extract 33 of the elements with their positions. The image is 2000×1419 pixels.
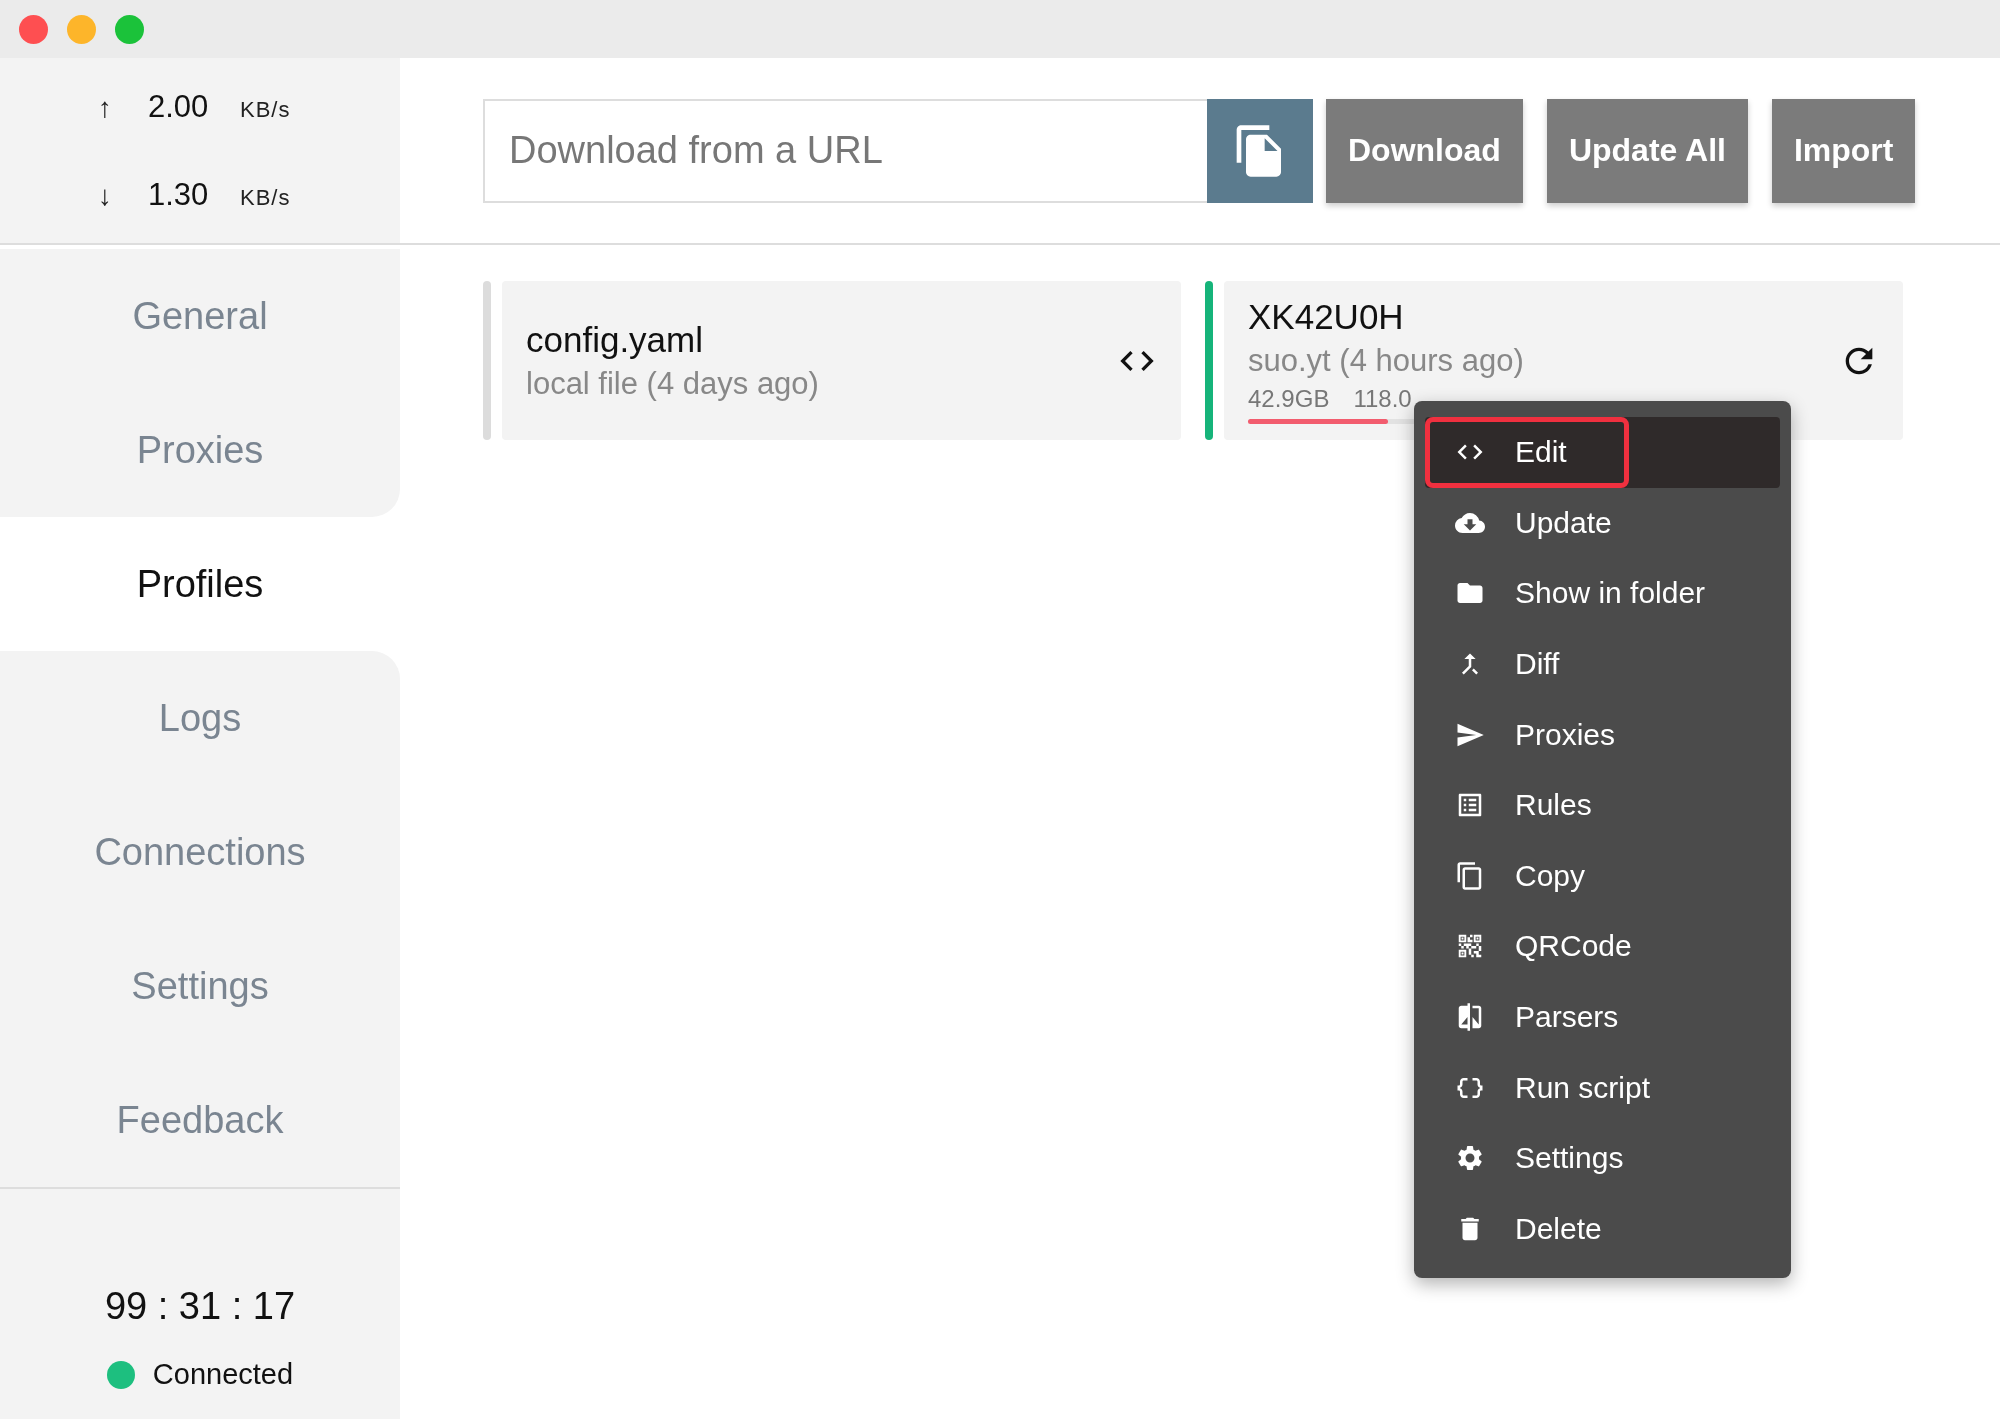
speed-unit: KB/s (240, 184, 291, 211)
profile-card[interactable]: config.yaml local file (4 days ago) (502, 281, 1181, 440)
menu-item[interactable]: Copy (1425, 840, 1780, 912)
close-button[interactable] (19, 14, 48, 44)
profile-name: config.yaml (526, 319, 705, 360)
download-arrow: ↓ (98, 179, 113, 212)
menu-item[interactable]: Diff (1425, 628, 1780, 700)
menu-item[interactable]: Rules (1425, 769, 1780, 841)
menu-item[interactable]: Run script (1425, 1052, 1780, 1123)
menu-item[interactable]: Update (1425, 487, 1780, 559)
paste-button[interactable] (1207, 98, 1313, 203)
menu-item[interactable]: Settings (1425, 1122, 1780, 1194)
upload-speed: 2.00 (148, 88, 210, 125)
profile-source: suo.yt (4 hours ago) (1248, 343, 1525, 379)
profile-name: XK42U0H (1248, 297, 1405, 337)
toolbar-button[interactable]: Update All (1546, 98, 1748, 203)
toolbar-button[interactable]: Download (1326, 98, 1523, 203)
url-field[interactable]: Download from a URL (483, 98, 1207, 203)
uptime-timer: 99 : 31 : 17 (104, 1285, 296, 1328)
status-label: Connected (152, 1358, 294, 1391)
upload-arrow: ↑ (98, 91, 113, 124)
menu-item[interactable]: Proxies (1425, 699, 1780, 770)
usage-text: 118.0 (1353, 385, 1412, 413)
menu-item[interactable]: Parsers (1425, 981, 1780, 1053)
menu-item[interactable]: QRCode (1425, 911, 1780, 982)
download-speed: 1.30 (148, 176, 210, 213)
usage-text: 42.9GB (1248, 385, 1330, 413)
toolbar-button[interactable]: Import (1771, 98, 1916, 203)
menu-item[interactable]: Delete (1425, 1193, 1780, 1265)
menu-item[interactable]: Show in folder (1425, 558, 1780, 629)
menu-item[interactable]: Edit (1425, 417, 1780, 488)
speed-unit: KB/s (240, 96, 291, 123)
profile-source: local file (4 days ago) (526, 365, 820, 402)
